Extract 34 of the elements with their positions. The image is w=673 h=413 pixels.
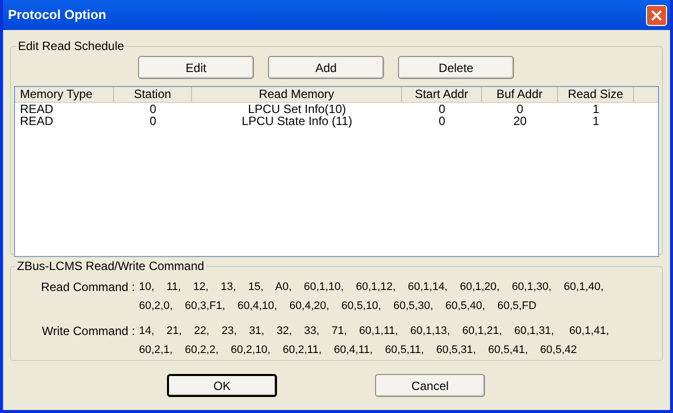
group-title: Edit Read Schedule [17,38,126,55]
column-header[interactable]: Buf Addr [482,87,558,102]
dialog-button[interactable]: Cancel [375,374,485,397]
command-label: Read Command : [40,279,135,296]
command-list: 60,2,1, 60,2,2, 60,2,10, 60,2,11, 60,4,11, 60,5,11, 60,5,31, 60,5,41, 60,5,42 [139,341,610,360]
table-cell-text: LPCU State Info (11) [240,115,354,127]
group-title: ZBus-LCMS Read/Write Command [16,258,206,275]
command-list: 60,2,0, 60,3,F1, 60,4,10, 60,4,20, 60,5,10, 60,5,30, 60,5,40, 60,5,FD [139,297,604,316]
column-header[interactable]: Memory Type [15,87,114,102]
column-header[interactable]: Read Size [558,87,634,102]
toolbar-button[interactable]: Edit [138,56,254,79]
table-cell-text: READ [19,115,54,127]
table-cell-text: LPCU Set Info(10) [246,103,348,115]
column-header[interactable]: Station [114,87,192,102]
dialog-button[interactable]: OK [167,374,277,397]
window-title: Protocol Option [8,6,106,24]
table-cell-text: 1 [592,103,600,115]
column-header[interactable]: Start Addr [402,87,482,102]
table-cell-text: 0 [148,103,158,115]
close-icon [651,10,662,20]
command-list: 10, 11, 12, 13, 15, A0, 60,1,10, 60,1,12, 60,1,14, 60,1,20, 60,1,30, 60,1,40, [139,278,604,297]
table-cell-text: 0 [438,115,446,127]
table-cell-text: 0 [438,103,446,115]
table-cell-text: 0 [148,115,158,127]
table-cell-text: READ [19,103,54,115]
table-cell-text: 20 [512,115,528,127]
command-list: 14, 21, 22, 23, 31, 32, 33, 71, 60,1,11, 60,1,13, 60,1,21, 60,1,31, 60,1,41, [139,322,610,341]
toolbar-button[interactable]: Delete [398,56,514,79]
column-header[interactable]: Read Memory [192,87,402,102]
command-label: Write Command : [40,323,135,340]
close-button[interactable] [646,4,667,26]
toolbar-button[interactable]: Add [268,56,384,79]
table-cell-text: 1 [592,115,600,127]
table-cell-text: 0 [516,103,524,115]
